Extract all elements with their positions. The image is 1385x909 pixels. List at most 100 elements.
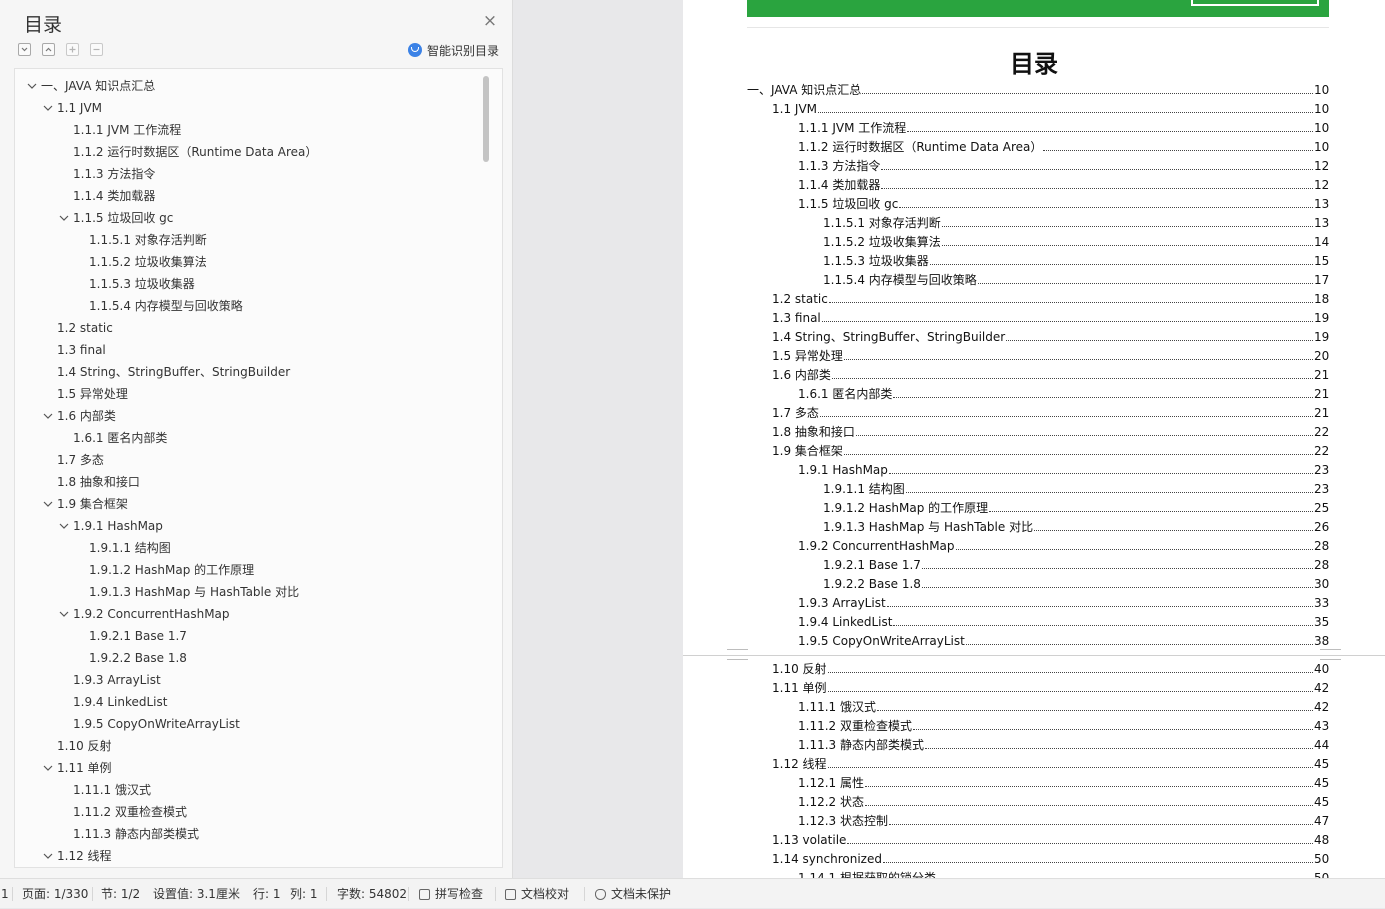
toc-tree-item[interactable]: 1.11.2 双重检查模式 <box>15 801 485 823</box>
add-heading-icon[interactable] <box>66 43 79 56</box>
toc-tree-item[interactable]: 1.11.3 静态内部类模式 <box>15 823 485 845</box>
protection-button[interactable]: 文档未保护 <box>595 879 671 909</box>
document-toc-entry[interactable]: 1.1.2 运行时数据区（Runtime Data Area） 10 <box>798 138 1329 156</box>
toc-tree-item[interactable]: 1.9 集合框架 <box>15 493 485 515</box>
toc-tree-item[interactable]: 1.9.2.2 Base 1.8 <box>15 647 485 669</box>
document-toc-entry[interactable]: 1.9.5 CopyOnWriteArrayList 38 <box>798 632 1329 650</box>
document-toc-entry[interactable]: 1.1.1 JVM 工作流程 10 <box>798 119 1329 137</box>
toc-tree-item[interactable]: 1.1.5.2 垃圾收集算法 <box>15 251 485 273</box>
document-toc-entry[interactable]: 1.9.2.2 Base 1.8 30 <box>823 575 1329 593</box>
status-word-count[interactable]: 字数: 54802 <box>337 879 407 909</box>
document-toc-entry[interactable]: 1.1 JVM 10 <box>772 100 1329 118</box>
document-toc-entry[interactable]: 1.13 volatile 48 <box>772 831 1329 849</box>
document-toc-entry[interactable]: 1.11.2 双重检查模式 43 <box>798 717 1329 735</box>
toc-tree-item[interactable]: 1.9.3 ArrayList <box>15 669 485 691</box>
document-toc-entry[interactable]: 1.5 异常处理 20 <box>772 347 1329 365</box>
toc-tree-item[interactable]: 1.11 单例 <box>15 757 485 779</box>
toc-tree-item[interactable]: 1.6.1 匿名内部类 <box>15 427 485 449</box>
document-toc-entry[interactable]: 1.9.2 ConcurrentHashMap 28 <box>798 537 1329 555</box>
document-toc-entry[interactable]: 1.9.2.1 Base 1.7 28 <box>823 556 1329 574</box>
toc-tree-scrollbar[interactable] <box>483 76 489 162</box>
document-toc-entry[interactable]: 1.6.1 匿名内部类 21 <box>798 385 1329 403</box>
document-toc-entry[interactable]: 1.14 synchronized 50 <box>772 850 1329 868</box>
document-toc-entry[interactable]: 一、JAVA 知识点汇总 10 <box>747 81 1329 99</box>
toc-tree-item[interactable]: 1.3 final <box>15 339 485 361</box>
document-toc-entry[interactable]: 1.1.4 类加载器 12 <box>798 176 1329 194</box>
document-toc-entry[interactable]: 1.12.3 状态控制 47 <box>798 812 1329 830</box>
toc-tree-item[interactable]: 1.9.1 HashMap <box>15 515 485 537</box>
document-toc-entry[interactable]: 1.12 线程 45 <box>772 755 1329 773</box>
chevron-down-icon[interactable] <box>42 493 54 515</box>
document-toc-entry[interactable]: 1.14.1 根据获取的锁分类 50 <box>798 869 1329 878</box>
proofread-button[interactable]: 文档校对 <box>505 879 569 909</box>
toc-tree-item[interactable]: 1.4 String、StringBuffer、StringBuilder <box>15 361 485 383</box>
document-toc-entry[interactable]: 1.11 单例 42 <box>772 679 1329 697</box>
collapse-all-icon[interactable] <box>42 43 55 56</box>
document-toc-entry[interactable]: 1.1.5.4 内存模型与回收策略 17 <box>823 271 1329 289</box>
toc-tree-item[interactable]: 1.1.3 方法指令 <box>15 163 485 185</box>
toc-tree-item[interactable]: 1.9.1.1 结构图 <box>15 537 485 559</box>
chevron-down-icon[interactable] <box>42 97 54 119</box>
toc-tree-item[interactable]: 1.10 反射 <box>15 735 485 757</box>
status-page[interactable]: 页面: 1/330 <box>22 879 88 909</box>
toc-tree-item[interactable]: 1.1.2 运行时数据区（Runtime Data Area） <box>15 141 485 163</box>
spell-check-button[interactable]: 拼写检查 <box>419 879 483 909</box>
document-toc-entry[interactable]: 1.11.1 饿汉式 42 <box>798 698 1329 716</box>
toc-tree-item[interactable]: 1.6 内部类 <box>15 405 485 427</box>
toc-tree-item[interactable]: 1.11.1 饿汉式 <box>15 779 485 801</box>
document-toc-entry[interactable]: 1.9.1.1 结构图 23 <box>823 480 1329 498</box>
document-toc-entry[interactable]: 1.9.3 ArrayList 33 <box>798 594 1329 612</box>
close-icon[interactable]: × <box>482 13 498 30</box>
document-toc-entry[interactable]: 1.3 final 19 <box>772 309 1329 327</box>
document-toc-entry[interactable]: 1.9.1.3 HashMap 与 HashTable 对比 26 <box>823 518 1329 536</box>
toc-tree-item[interactable]: 1.1.5.3 垃圾收集器 <box>15 273 485 295</box>
document-toc-entry[interactable]: 1.9.1 HashMap 23 <box>798 461 1329 479</box>
document-toc-entry[interactable]: 1.6 内部类 21 <box>772 366 1329 384</box>
document-toc-entry[interactable]: 1.8 抽象和接口 22 <box>772 423 1329 441</box>
document-toc-entry[interactable]: 1.11.3 静态内部类模式 44 <box>798 736 1329 754</box>
remove-heading-icon[interactable] <box>90 43 103 56</box>
toc-tree-item[interactable]: 1.9.1.2 HashMap 的工作原理 <box>15 559 485 581</box>
document-toc-entry[interactable]: 1.7 多态 21 <box>772 404 1329 422</box>
toc-tree-item[interactable]: 1.2 static <box>15 317 485 339</box>
toc-tree-item[interactable]: 1.9.5 CopyOnWriteArrayList <box>15 713 485 735</box>
chevron-down-icon[interactable] <box>58 603 70 625</box>
toc-tree-item[interactable]: 1.8 抽象和接口 <box>15 471 485 493</box>
toc-tree-item[interactable]: 一、JAVA 知识点汇总 <box>15 75 485 97</box>
chevron-down-icon[interactable] <box>42 405 54 427</box>
toc-tree-item[interactable]: 1.1.5 垃圾回收 gc <box>15 207 485 229</box>
toc-tree-item[interactable]: 1.7 多态 <box>15 449 485 471</box>
toc-tree-item[interactable]: 1.9.2.1 Base 1.7 <box>15 625 485 647</box>
toc-tree-item[interactable]: 1.9.2 ConcurrentHashMap <box>15 603 485 625</box>
toc-tree-item[interactable]: 1.1.1 JVM 工作流程 <box>15 119 485 141</box>
document-toc-entry[interactable]: 1.12.1 属性 45 <box>798 774 1329 792</box>
document-toc-entry[interactable]: 1.10 反射 40 <box>772 660 1329 678</box>
document-toc-entry[interactable]: 1.9.1.2 HashMap 的工作原理 25 <box>823 499 1329 517</box>
document-toc-entry[interactable]: 1.12.2 状态 45 <box>798 793 1329 811</box>
toc-tree-item[interactable]: 1.5 异常处理 <box>15 383 485 405</box>
toc-tree-item[interactable]: 1.1.4 类加载器 <box>15 185 485 207</box>
document-toc-entry-title: 1.7 多态 <box>772 406 819 420</box>
chevron-down-icon[interactable] <box>58 207 70 229</box>
document-toc-entry[interactable]: 1.9.4 LinkedList 35 <box>798 613 1329 631</box>
expand-all-icon[interactable] <box>18 43 31 56</box>
toc-tree-item[interactable]: 1.1 JVM <box>15 97 485 119</box>
document-toc-entry[interactable]: 1.1.3 方法指令 12 <box>798 157 1329 175</box>
toc-tree-item[interactable]: 1.9.1.3 HashMap 与 HashTable 对比 <box>15 581 485 603</box>
chevron-down-icon[interactable] <box>58 515 70 537</box>
document-toc-entry[interactable]: 1.4 String、StringBuffer、StringBuilder 19 <box>772 328 1329 346</box>
chevron-down-icon[interactable] <box>26 75 38 97</box>
toc-tree-item[interactable]: 1.12 线程 <box>15 845 485 867</box>
document-toc-entry[interactable]: 1.1.5.1 对象存活判断 13 <box>823 214 1329 232</box>
document-toc-entry[interactable]: 1.9 集合框架 22 <box>772 442 1329 460</box>
chevron-down-icon[interactable] <box>42 845 54 867</box>
toc-tree-item[interactable]: 1.1.5.1 对象存活判断 <box>15 229 485 251</box>
chevron-down-icon[interactable] <box>42 757 54 779</box>
toc-tree-item[interactable]: 1.1.5.4 内存模型与回收策略 <box>15 295 485 317</box>
document-toc-entry[interactable]: 1.1.5.3 垃圾收集器 15 <box>823 252 1329 270</box>
smart-toc-button[interactable]: 智能识别目录 <box>408 41 499 59</box>
toc-tree-item[interactable]: 1.9.4 LinkedList <box>15 691 485 713</box>
document-toc-entry[interactable]: 1.2 static 18 <box>772 290 1329 308</box>
document-toc-entry[interactable]: 1.1.5.2 垃圾收集算法 14 <box>823 233 1329 251</box>
document-toc-entry[interactable]: 1.1.5 垃圾回收 gc 13 <box>798 195 1329 213</box>
